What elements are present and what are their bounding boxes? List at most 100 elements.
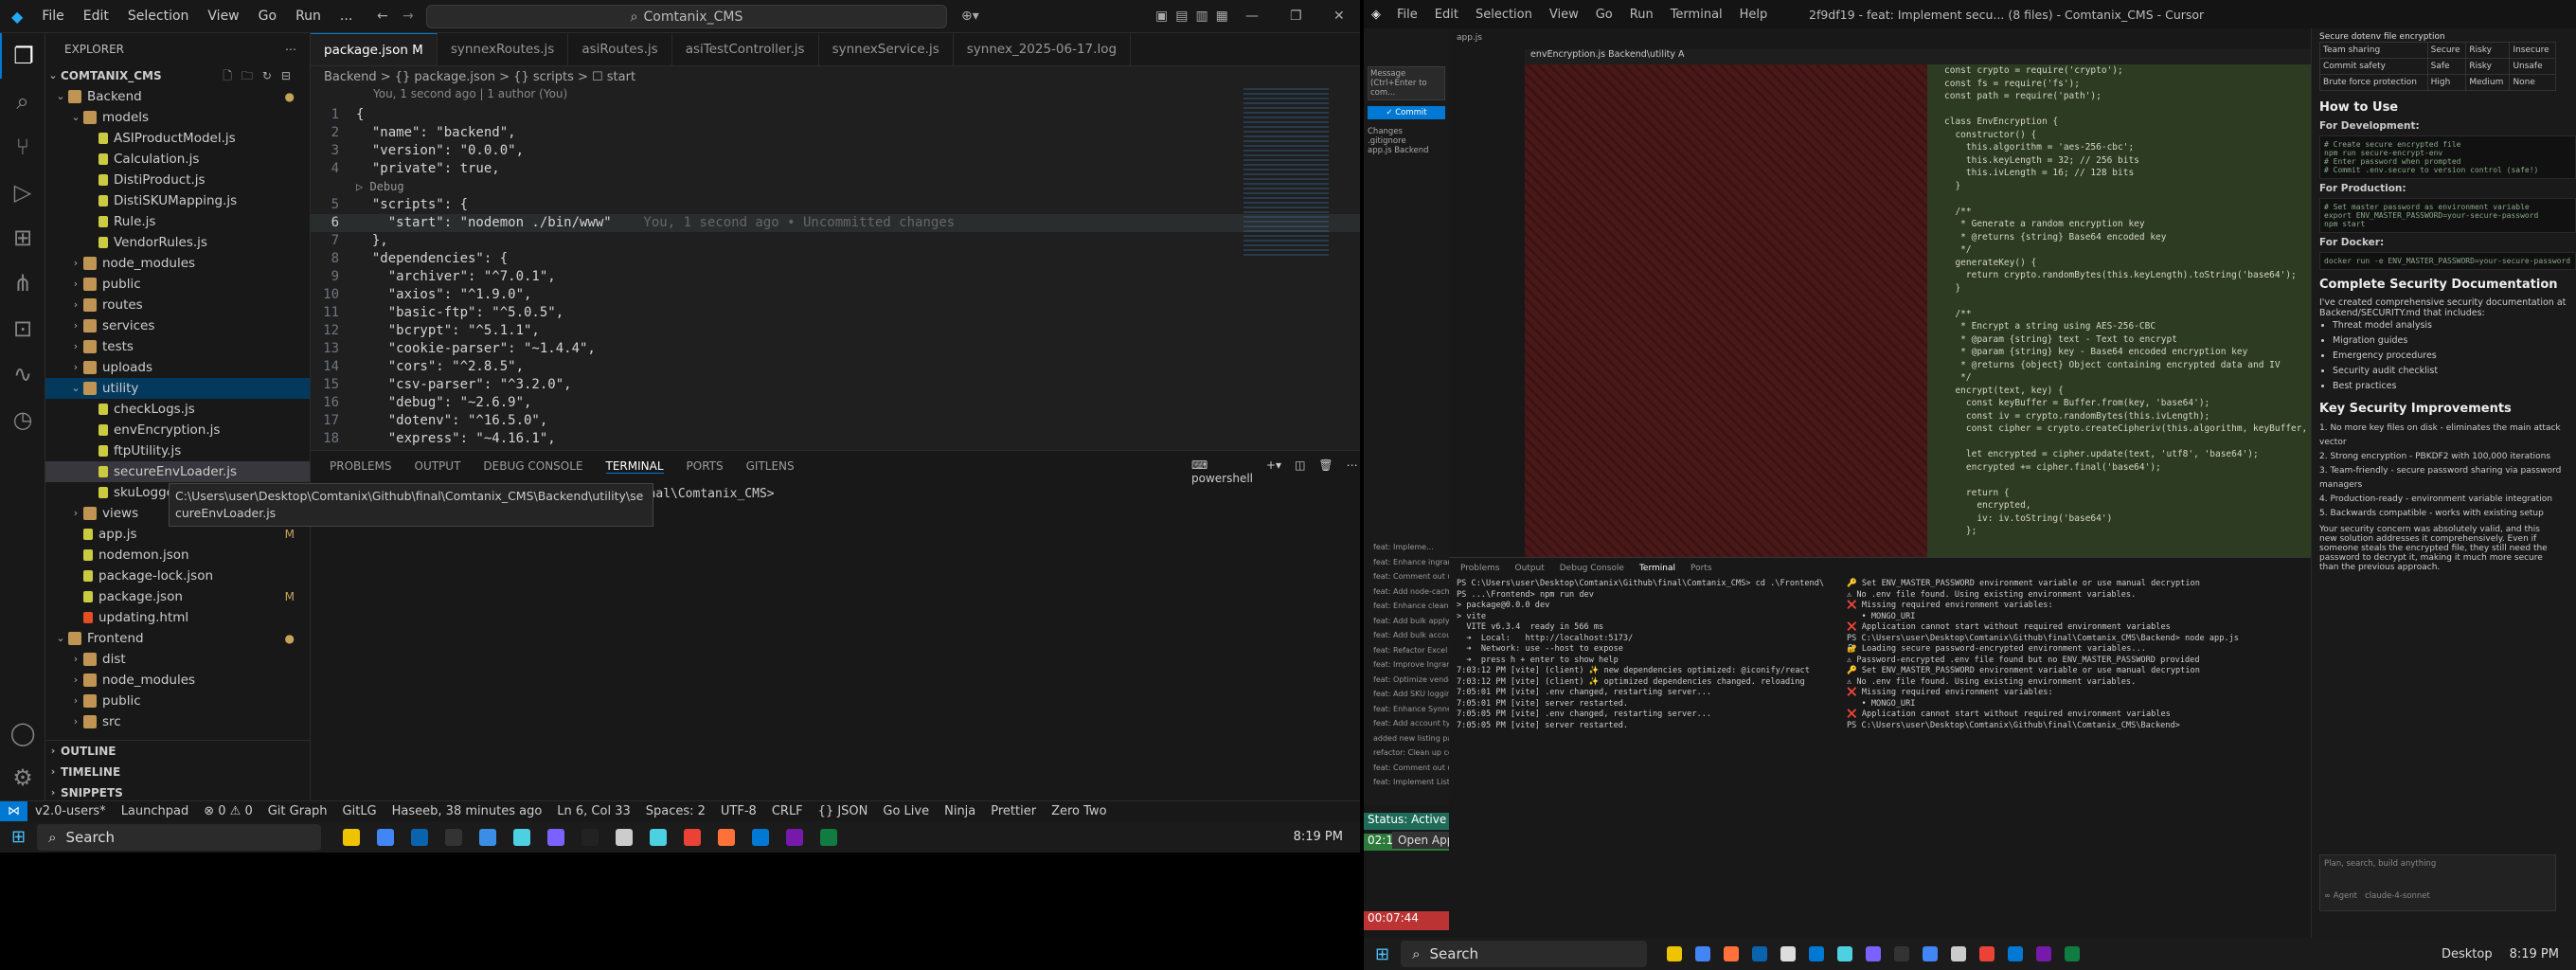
taskbar-app-icon[interactable] [377,828,395,846]
taskbar-app-icon[interactable] [1780,946,1797,961]
git-graph-commit[interactable]: feat: Enhance ingram data proc... [1364,555,1449,570]
tree-item[interactable]: › public [45,274,310,295]
tree-item[interactable]: DistiSKUMapping.js [45,190,310,211]
taskbar-app-icon[interactable] [650,828,668,846]
status-item[interactable]: Ln 6, Col 33 [557,804,630,818]
tree-item[interactable]: DistiProduct.js [45,170,310,190]
minimize-button[interactable]: — [1245,9,1259,24]
git-graph-commit[interactable]: feat: Enhance cleanup and ingra... [1364,599,1449,614]
close-button[interactable]: ✕ [1333,9,1345,24]
taskbar-app-icon[interactable] [1695,946,1711,961]
editor-tab[interactable]: package.json M [311,33,438,65]
trash-icon[interactable]: 🗑 [1318,458,1333,485]
taskbar-app-icon[interactable] [343,828,361,846]
taskbar-app-icon[interactable] [2008,946,2024,961]
menu-item-file[interactable]: File [1397,8,1418,22]
windows-start-icon[interactable]: ⊞ [1375,944,1389,964]
extensions-icon[interactable]: ⊞ [0,215,45,260]
menu-item-help[interactable]: Help [1740,8,1768,22]
layout-icons[interactable]: ▣▤▥▦ [1155,9,1236,24]
timeline-icon[interactable]: ◷ [0,397,45,442]
terminal-frontend[interactable]: PS C:\Users\user\Desktop\Comtanix\Github… [1457,579,1845,731]
menu-item-go[interactable]: Go [259,9,277,24]
status-item[interactable]: Haseeb, 38 minutes ago [392,804,543,818]
tree-item[interactable]: ASIProductModel.js [45,128,310,149]
terminal-shell-label[interactable]: ⌨ powershell [1191,458,1253,485]
source-control-icon[interactable]: ⑂ [0,124,45,170]
tree-item[interactable]: › tests [45,336,310,357]
codelens-blame[interactable]: You, 1 second ago | 1 author (You) [311,87,1360,104]
taskbar-search[interactable]: ⌕ Search [1401,941,1648,967]
tree-item[interactable]: nodemon.json [45,545,310,566]
outline-section[interactable]: › OUTLINE [45,741,310,762]
git-graph-commit[interactable]: feat: Add SKU logging and error... [1364,687,1449,702]
tree-item[interactable]: updating.html [45,607,310,628]
status-item[interactable]: Git Graph [268,804,328,818]
menu-item-[interactable]: ... [340,9,352,24]
taskbar-app-icon[interactable] [1837,946,1853,961]
copilot-icon[interactable]: ⊕▾ [961,9,979,24]
more-actions-icon[interactable]: ⋯ [285,43,296,56]
menu-item-run[interactable]: Run [295,9,321,24]
python-icon[interactable]: ∿ [0,351,45,397]
split-terminal-icon[interactable]: ◫ [1295,458,1305,485]
changed-file[interactable]: .gitignore [1368,136,1445,146]
status-item[interactable]: Ninja [944,804,975,818]
status-item[interactable]: UTF-8 [721,804,757,818]
git-graph-commit[interactable]: added new listing page [1364,731,1449,746]
debug-codelens[interactable]: ▷ Debug [311,178,1360,196]
taskbar-app-icon[interactable] [1724,946,1740,961]
tree-item[interactable]: ⌄ Backend ● [45,86,310,107]
tree-item[interactable]: ⌄ models [45,107,310,128]
tree-item[interactable]: › public [45,691,310,711]
tree-item[interactable]: VendorRules.js [45,232,310,253]
commit-message-input[interactable]: Message (Ctrl+Enter to com... [1368,66,1445,100]
tree-item[interactable]: › services [45,315,310,336]
run-debug-icon[interactable]: ▷ [0,170,45,215]
status-item[interactable]: ⊗ 0 ⚠ 0 [204,804,253,818]
editor-tab[interactable]: synnexRoutes.js [438,33,569,65]
git-graph-commit[interactable]: feat: Optimize vendor rules and... [1364,673,1449,688]
taskbar-app-icon[interactable] [479,828,497,846]
tree-item[interactable]: checkLogs.js [45,399,310,420]
git-graph-commit[interactable]: feat: Add account type update f... [1364,716,1449,731]
menu-item-terminal[interactable]: Terminal [1671,8,1723,22]
editor-tab[interactable]: asiRoutes.js [568,33,672,65]
agent-mode-selector[interactable]: ∞ Agent [2324,891,2357,901]
git-graph-commit[interactable]: feat: Improve Ingram SKU proce... [1364,657,1449,673]
git-graph-commit[interactable]: feat: Comment out unused butto... [1364,569,1449,584]
windows-start-icon[interactable]: ⊞ [11,827,26,847]
tree-item[interactable]: secureEnvLoader.js [45,461,310,482]
panel-tab-output[interactable]: OUTPUT [415,459,461,473]
taskbar-app-icon[interactable] [684,828,702,846]
add-terminal-icon[interactable]: +▾ [1266,458,1281,485]
tree-item[interactable]: › routes [45,295,310,315]
breadcrumb[interactable]: Backend > {} package.json > {} scripts >… [311,66,1360,87]
panel-tab-debug-console[interactable]: DEBUG CONSOLE [483,459,582,473]
maximize-button[interactable]: ❐ [1290,9,1302,24]
tree-item[interactable]: Calculation.js [45,149,310,170]
tree-item[interactable]: Rule.js [45,211,310,232]
taskbar-app-icon[interactable] [1667,946,1683,961]
prod-code-block[interactable]: # Set master password as environment var… [2319,198,2576,233]
panel-tab-ports[interactable]: PORTS [687,459,724,473]
tree-item[interactable]: › dist [45,649,310,670]
taskbar-app-icon[interactable] [547,828,565,846]
git-graph-commit[interactable]: refactor: Clean up commented c... [1364,745,1449,761]
taskbar-app-icon[interactable] [786,828,804,846]
tree-item[interactable]: ⌄ Frontend ● [45,628,310,649]
taskbar-app-icon[interactable] [411,828,429,846]
tree-item[interactable]: ftpUtility.js [45,440,310,461]
remote-icon[interactable]: ⊡ [0,306,45,351]
diff-editor[interactable]: const crypto = require('crypto'); const f… [1525,64,2334,557]
git-graph-commit[interactable]: feat: Refactor Excel upload logic... [1364,643,1449,658]
status-item[interactable]: Go Live [883,804,929,818]
taskbar-search[interactable]: ⌕ Search [37,823,322,851]
git-graph-commit[interactable]: feat: Add bulk account type setti... [1364,628,1449,643]
terminal-backend[interactable]: 🔑 Set ENV_MASTER_PASSWORD environment va… [1847,579,2254,731]
explorer-icon[interactable]: ❐ [0,33,45,79]
menu-item-file[interactable]: File [42,9,63,24]
menu-item-selection[interactable]: Selection [1476,8,1532,22]
taskbar-app-icon[interactable] [752,828,770,846]
forward-arrow-icon[interactable]: → [402,9,414,24]
